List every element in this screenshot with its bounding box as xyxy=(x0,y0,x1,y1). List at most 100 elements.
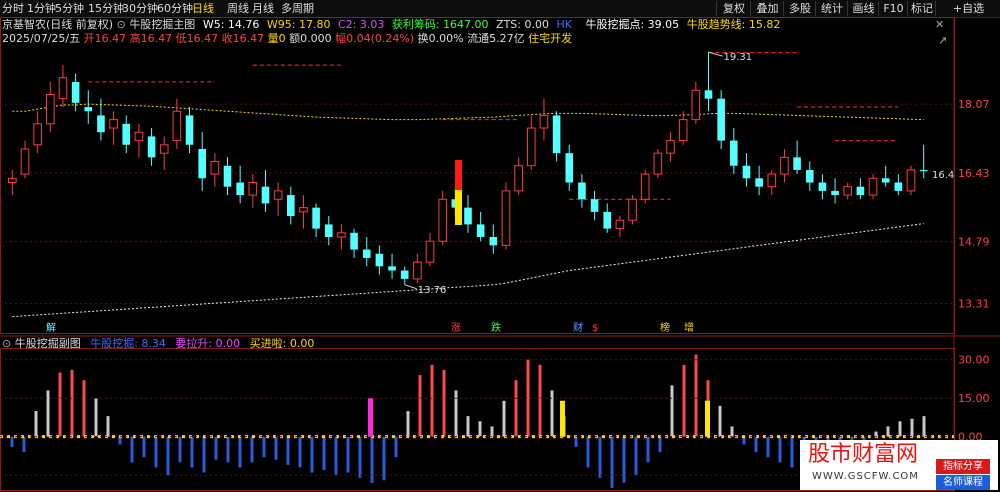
sub-collapse-icon[interactable]: ⊙ xyxy=(2,337,15,350)
candle xyxy=(501,182,511,250)
sub-bar xyxy=(142,436,146,458)
candle xyxy=(755,165,763,196)
candle xyxy=(248,174,258,208)
candle xyxy=(717,90,725,149)
sub-header: ⊙ 牛股挖掘副图 牛股挖掘: 8.34 要拉升: 0.00 买进啦: 0.00 xyxy=(2,337,314,351)
sub-bar xyxy=(70,369,74,437)
candle xyxy=(413,253,422,284)
sub-bar xyxy=(262,436,266,458)
sub-bar xyxy=(490,426,494,437)
candle xyxy=(337,224,346,250)
candle xyxy=(615,216,625,237)
candle xyxy=(565,144,574,191)
sub-bar xyxy=(898,421,902,437)
candle xyxy=(223,157,232,196)
candle xyxy=(539,98,549,141)
sub-bar xyxy=(610,436,614,488)
sub-bar xyxy=(286,436,290,465)
badge-die: 跌 xyxy=(491,323,501,334)
candle xyxy=(805,161,814,191)
sub-bar xyxy=(46,390,50,437)
sub-bar xyxy=(370,436,374,483)
collapse-icon[interactable]: ⊙ xyxy=(117,18,130,31)
sub-bar xyxy=(226,436,230,463)
ma-white-line xyxy=(12,223,924,318)
candle xyxy=(362,236,371,267)
low-price-label: 13.76 xyxy=(418,285,447,296)
sub-bar xyxy=(670,385,674,437)
candle xyxy=(147,128,156,166)
sub-bar xyxy=(466,416,470,437)
sub-bar xyxy=(34,411,38,437)
sub-bar xyxy=(694,354,698,437)
chart-canvas: 30.0015.000.00-15.00 18.0716.4314.7913.3… xyxy=(0,17,1000,492)
hk-value: HK xyxy=(556,18,572,31)
buy-bar xyxy=(560,400,565,437)
sub-bar xyxy=(754,436,758,453)
w95-value: W95: 17.80 xyxy=(266,18,331,31)
sub-bar xyxy=(82,380,86,437)
signal-bar-yellow xyxy=(455,190,462,225)
c2-value: C2: 3.03 xyxy=(337,18,385,31)
candle xyxy=(666,132,675,162)
quote-line: 2025/07/25/五 开16.47 高16.47 低16.47 收16.47… xyxy=(2,32,572,46)
candle xyxy=(122,115,131,154)
pull-bar xyxy=(368,398,373,437)
candle xyxy=(58,65,68,108)
indicator-name[interactable]: 牛股挖掘主图 xyxy=(129,18,195,31)
expand-icon[interactable]: ↗ xyxy=(938,34,947,47)
candle xyxy=(33,111,42,154)
candle xyxy=(286,186,295,225)
sub-bar xyxy=(22,436,26,453)
candle xyxy=(464,195,472,233)
candle xyxy=(388,253,396,279)
sub-bar xyxy=(334,436,338,476)
sub-bar xyxy=(250,436,254,463)
candle xyxy=(691,81,701,124)
candle xyxy=(489,224,498,254)
candle xyxy=(653,148,663,179)
candle xyxy=(8,169,17,196)
sub-bar xyxy=(646,436,650,463)
sub-bar xyxy=(322,436,326,471)
low-pointer xyxy=(404,284,417,290)
sub-bar xyxy=(214,436,218,460)
sub-bar xyxy=(238,436,242,468)
sub-bar xyxy=(598,436,602,478)
sub-bar xyxy=(382,436,386,481)
candle xyxy=(185,107,194,154)
badge-dollar: $ xyxy=(592,323,599,334)
candle xyxy=(236,165,244,204)
ma-yellow-line xyxy=(12,103,924,121)
sub-bar xyxy=(658,436,662,453)
sub-buy-value: 买进啦: 0.00 xyxy=(249,337,315,350)
badge-cai: 财 xyxy=(573,323,583,334)
candle xyxy=(109,111,118,145)
quote-turnover: 换0.00% xyxy=(417,32,464,45)
sub-bar xyxy=(106,416,110,437)
sub-bar xyxy=(586,436,590,468)
candle xyxy=(261,169,270,212)
price-annotations: 19.31 13.76 16.4 xyxy=(404,51,954,296)
sub-title[interactable]: 牛股挖掘副图 xyxy=(15,337,81,350)
watermark-tag-course: 名师课程 xyxy=(936,475,990,490)
sub-bar xyxy=(406,411,410,437)
zts-value: ZTS: 0.00 xyxy=(496,18,549,31)
close-icon[interactable]: ✕ xyxy=(935,18,944,31)
sub-bar xyxy=(346,436,350,473)
sub-bar xyxy=(166,436,170,476)
candle xyxy=(400,266,409,285)
quote-open: 开16.47 xyxy=(83,32,127,45)
sub-bar xyxy=(310,436,314,473)
badge-zeng: 增 xyxy=(684,323,694,334)
sub-bar xyxy=(190,436,194,468)
watermark-title: 股市财富网 xyxy=(808,442,919,467)
sub-bar xyxy=(574,436,578,447)
candle xyxy=(603,203,612,233)
last-price-label: 16.4 xyxy=(932,170,954,181)
candle xyxy=(273,182,283,217)
candle xyxy=(678,111,688,145)
sub-bar xyxy=(358,436,362,478)
candle xyxy=(730,128,738,175)
candle xyxy=(172,98,182,149)
